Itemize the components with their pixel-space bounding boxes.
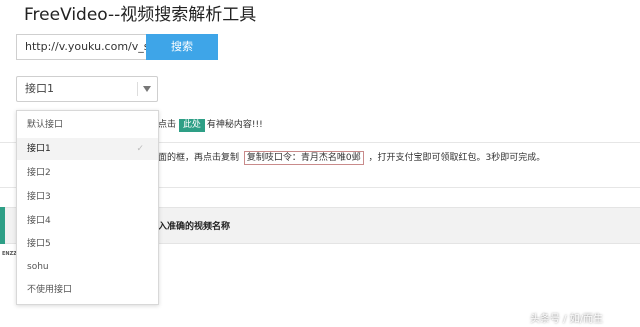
page-title: FreeVideo--视频搜索解析工具: [24, 5, 257, 25]
dropdown-option[interactable]: 接口2: [17, 162, 158, 184]
check-icon: ✓: [136, 144, 144, 154]
notice-line-2: 面的框，再点击复制 复制吱口令：青月杰名唯0邺 ，打开支付宝即可领取红包。3秒即…: [158, 151, 546, 165]
dropdown-option[interactable]: 默认接口: [17, 114, 158, 136]
dropdown-option[interactable]: sohu: [17, 256, 158, 278]
select-divider: [137, 82, 138, 96]
dropdown-option[interactable]: 不使用接口: [17, 279, 158, 301]
secret-link-badge[interactable]: 此处: [178, 119, 205, 132]
interface-select[interactable]: 接口1: [16, 76, 158, 102]
url-input[interactable]: http://v.youku.com/v_show/i: [16, 34, 146, 60]
dropdown-option[interactable]: 接口5: [17, 233, 158, 255]
interface-dropdown: 默认接口 接口1 ✓ 接口2 接口3 接口4 接口5 sohu 不使用接口: [16, 110, 159, 305]
alipay-code-box[interactable]: 复制吱口令：青月杰名唯0邺: [243, 151, 364, 165]
watermark-text: 头条号 / 如/而生: [530, 314, 604, 325]
interface-select-value: 接口1: [25, 82, 54, 95]
prompt-bar-accent: [0, 207, 5, 244]
notice-line-1: 点击 此处 有神秘内容!!!: [158, 119, 263, 132]
dropdown-option[interactable]: 接口3: [17, 186, 158, 208]
side-label: ENZZ: [2, 251, 17, 257]
watermark: 头条号 / 如/而生: [500, 288, 638, 325]
search-button[interactable]: 搜索: [146, 34, 218, 60]
dropdown-option-selected[interactable]: 接口1 ✓: [17, 138, 158, 160]
dropdown-option[interactable]: 接口4: [17, 210, 158, 232]
prompt-bar-text: 入准确的视频名称: [158, 222, 231, 232]
chevron-down-icon[interactable]: [143, 86, 151, 92]
